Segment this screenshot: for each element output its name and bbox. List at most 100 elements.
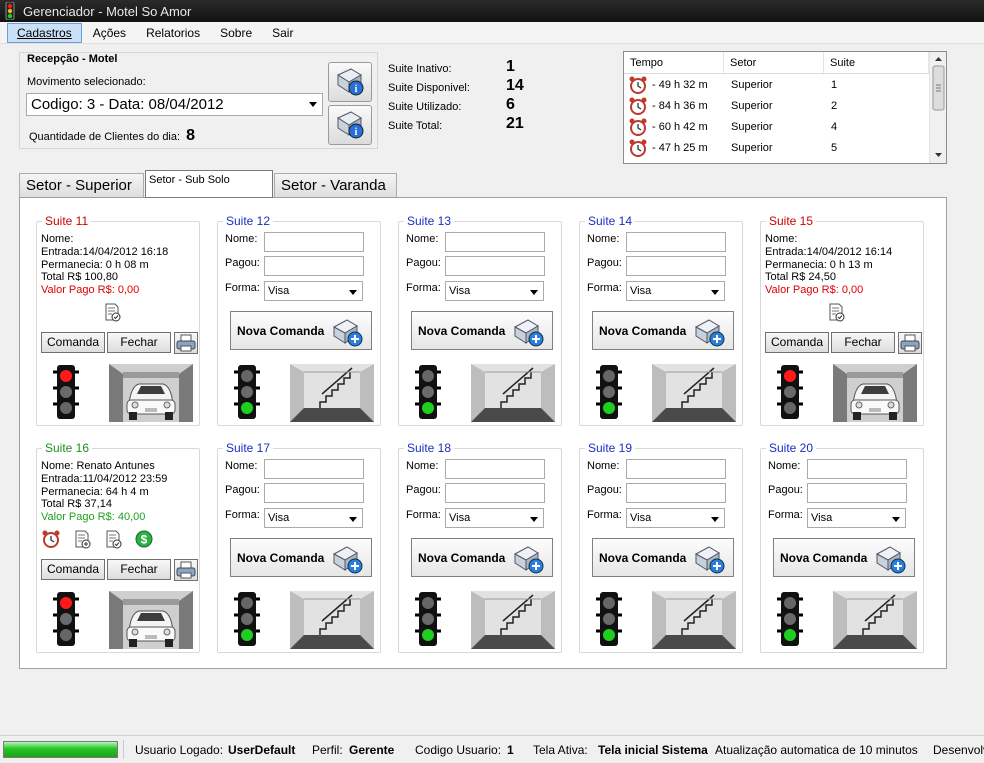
status-profile-label: Perfil: [312, 743, 343, 757]
table-row[interactable]: - 84 h 36 m Superior 2 [624, 95, 946, 116]
stat-value: 6 [506, 96, 515, 113]
alarm-clock-icon-button[interactable] [41, 529, 61, 552]
forma-select[interactable]: Visa [807, 508, 906, 528]
pagou-input[interactable] [264, 256, 364, 276]
pagou-input[interactable] [445, 256, 545, 276]
nova-comanda-button[interactable]: Nova Comanda [592, 538, 734, 577]
nome-input[interactable] [264, 232, 364, 252]
print-button[interactable] [174, 559, 198, 581]
pagou-input[interactable] [807, 483, 907, 503]
fechar-button[interactable]: Fechar [107, 559, 171, 580]
nova-comanda-button[interactable]: Nova Comanda [592, 311, 734, 350]
chevron-down-icon [349, 517, 357, 522]
print-button[interactable] [174, 332, 198, 354]
divider [123, 740, 124, 759]
table-row[interactable]: - 60 h 42 m Superior 4 [624, 116, 946, 137]
printer-info-button-2[interactable]: i [328, 105, 372, 145]
reception-title: Recepção - Motel [27, 53, 118, 65]
nova-comanda-button[interactable]: Nova Comanda [230, 311, 372, 350]
comanda-button[interactable]: Comanda [765, 332, 829, 353]
money-icon[interactable]: $ [134, 529, 154, 549]
nova-comanda-button[interactable]: Nova Comanda [411, 311, 553, 350]
forma-select[interactable]: Visa [626, 508, 725, 528]
svg-text:i: i [355, 84, 358, 95]
suite-title: Suite 14 [585, 214, 636, 228]
fechar-button[interactable]: Fechar [107, 332, 171, 353]
cell-tempo: - 49 h 32 m [624, 75, 724, 95]
fechar-button[interactable]: Fechar [831, 332, 895, 353]
clients-count: Quantidade de Clientes do dia: 8 [29, 127, 195, 145]
pagou-input[interactable] [445, 483, 545, 503]
receipt-check-icon[interactable] [102, 302, 122, 322]
chevron-down-icon [349, 290, 357, 295]
money-icon-button[interactable]: $ [134, 529, 154, 552]
menu-sair[interactable]: Sair [263, 24, 302, 42]
receipt-add-icon[interactable] [72, 529, 92, 549]
alarm-clock-icon [629, 76, 647, 94]
printer-info-button[interactable]: i [328, 62, 372, 102]
nova-comanda-button[interactable]: Nova Comanda [411, 538, 553, 577]
print-button[interactable] [898, 332, 922, 354]
tab-setor-superior[interactable]: Setor - Superior [19, 173, 144, 197]
nome-input[interactable] [626, 232, 726, 252]
status-user-label: Usuario Logado: [135, 743, 224, 757]
header-tempo[interactable]: Tempo [624, 52, 724, 73]
alarm-clock-icon [629, 97, 647, 115]
forma-select[interactable]: Visa [445, 281, 544, 301]
pagou-input[interactable] [626, 256, 726, 276]
receipt-add-icon-button[interactable] [72, 529, 92, 552]
cell-suite: 5 [831, 141, 838, 154]
forma-select[interactable]: Visa [445, 508, 544, 528]
traffic-light-icon [596, 592, 622, 646]
chevron-down-icon [530, 290, 538, 295]
menu-cadastros[interactable]: Cadastros [7, 22, 82, 43]
suite-title: Suite 20 [766, 441, 817, 455]
receipt-check-icon[interactable] [826, 302, 846, 322]
suite-info-line: Nome: [765, 233, 798, 245]
status-dev: Desenvolv [933, 743, 984, 757]
traffic-light-icon [234, 592, 260, 646]
nome-input[interactable] [626, 459, 726, 479]
table-row[interactable]: - 47 h 25 m Superior 5 [624, 137, 946, 158]
nome-input[interactable] [807, 459, 907, 479]
forma-select[interactable]: Visa [264, 508, 363, 528]
movement-select[interactable]: Codigo: 3 - Data: 08/04/2012 [26, 93, 323, 116]
menu-relatorios[interactable]: Relatorios [137, 24, 209, 42]
pagou-input[interactable] [626, 483, 726, 503]
tempo-value: - 49 h 32 m [652, 78, 708, 91]
receipt-check-icon[interactable] [103, 529, 123, 549]
menu-sobre[interactable]: Sobre [211, 24, 261, 42]
header-suite[interactable]: Suite [824, 52, 929, 73]
pagou-label: Pagou: [225, 257, 260, 269]
comanda-button[interactable]: Comanda [41, 332, 105, 353]
stat-total: Suite Total: 21 [388, 115, 524, 132]
timer-table[interactable]: Tempo Setor Suite - 49 h 32 m Superior 1- … [623, 51, 947, 164]
receipt-check-icon-button[interactable] [102, 302, 122, 325]
nova-comanda-button[interactable]: Nova Comanda [230, 538, 372, 577]
nome-input[interactable] [445, 459, 545, 479]
pagou-input[interactable] [264, 483, 364, 503]
forma-select[interactable]: Visa [626, 281, 725, 301]
nome-input[interactable] [445, 232, 545, 252]
table-scrollbar[interactable] [929, 52, 946, 163]
header-setor[interactable]: Setor [724, 52, 824, 73]
nome-input[interactable] [264, 459, 364, 479]
forma-label: Forma: [768, 509, 803, 521]
nome-label: Nome: [406, 460, 439, 472]
new-order-icon [332, 319, 363, 347]
comanda-button[interactable]: Comanda [41, 559, 105, 580]
nova-comanda-button[interactable]: Nova Comanda [773, 538, 915, 577]
suite-title: Suite 19 [585, 441, 636, 455]
menu-acoes[interactable]: Ações [84, 24, 135, 42]
car-in-garage-image [109, 364, 193, 422]
status-screen-label: Tela Ativa: [533, 743, 588, 757]
movement-value: Codigo: 3 - Data: 08/04/2012 [31, 96, 224, 113]
cell-setor: Superior [731, 141, 773, 154]
receipt-check-icon-button[interactable] [103, 529, 123, 552]
tab-setor-sub-solo[interactable]: Setor - Sub Solo [145, 170, 273, 198]
receipt-check-icon-button[interactable] [826, 302, 846, 325]
tab-setor-varanda[interactable]: Setor - Varanda [274, 173, 397, 197]
forma-select[interactable]: Visa [264, 281, 363, 301]
tempo-value: - 84 h 36 m [652, 99, 708, 112]
table-row[interactable]: - 49 h 32 m Superior 1 [624, 74, 946, 95]
